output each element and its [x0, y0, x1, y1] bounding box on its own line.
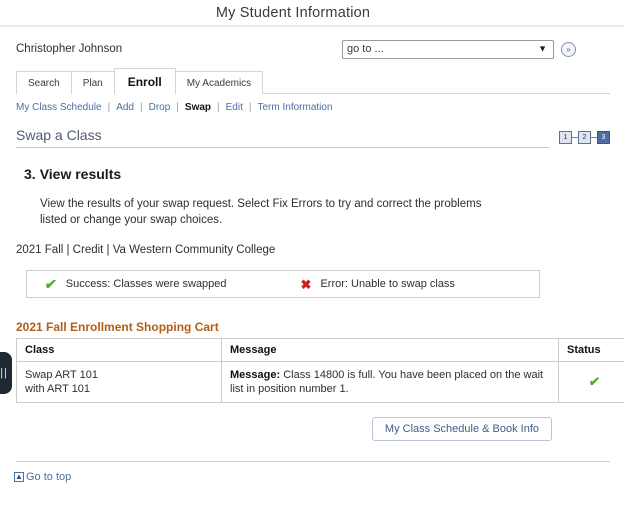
tab-enroll[interactable]: Enroll	[113, 68, 176, 94]
goto-submit-button[interactable]: »	[561, 41, 576, 57]
tab-search[interactable]: Search	[16, 71, 72, 94]
class-swap-from: Swap ART 101	[25, 369, 98, 381]
cart-title: 2021 Fall Enrollment Shopping Cart	[16, 320, 219, 334]
footer-divider	[16, 461, 610, 462]
page-app-title: My Student Information	[215, 4, 371, 21]
collapse-handle-glyph: ||	[0, 366, 8, 379]
user-name: Christopher Johnson	[16, 43, 123, 55]
page-title-block: Swap a Class	[16, 127, 559, 148]
subnav-item-add[interactable]: Add	[116, 102, 134, 113]
step-indicator: 1 2 3	[559, 131, 610, 144]
goto-select-shell: go to ... ▼	[342, 39, 554, 59]
section-heading: 3. View results	[24, 166, 624, 182]
class-swap-to: with ART 101	[25, 383, 91, 395]
subnav-item-edit[interactable]: Edit	[226, 102, 243, 113]
column-header-class: Class	[16, 338, 222, 362]
arrow-up-icon: ▲	[14, 472, 24, 482]
go-to-top-label: Go to top	[26, 471, 72, 483]
app-header: My Student Information	[0, 0, 624, 27]
goto-controls: go to ... ▼ »	[342, 39, 610, 59]
section-number: 3.	[24, 166, 36, 182]
instructions-text: View the results of your swap request. S…	[40, 198, 482, 226]
subnav-separator: |	[140, 102, 143, 113]
cell-message: Message: Class 14800 is full. You have b…	[221, 361, 559, 403]
subnav-separator: |	[107, 102, 111, 113]
check-icon: ✔	[43, 276, 58, 292]
check-icon: ✔	[587, 373, 601, 389]
sub-navigation: My Class Schedule | Add | Drop | Swap | …	[0, 94, 624, 113]
column-header-status: Status	[558, 338, 624, 362]
title-divider	[16, 147, 549, 148]
my-class-schedule-book-info-button[interactable]: My Class Schedule & Book Info	[371, 417, 552, 441]
user-row: Christopher Johnson go to ... ▼ »	[0, 27, 624, 61]
section-title: View results	[39, 166, 122, 182]
cell-class: Swap ART 101 with ART 101	[16, 361, 222, 403]
legend-success-label: Success: Classes were swapped	[65, 278, 227, 290]
term-context-line: 2021 Fall | Credit | Va Western Communit…	[16, 244, 276, 256]
main-tabs-bar: Search Plan Enroll My Academics	[0, 68, 624, 94]
page-title: Swap a Class	[16, 127, 102, 143]
subnav-item-swap[interactable]: Swap	[185, 102, 211, 113]
step-1[interactable]: 1	[559, 131, 572, 144]
go-to-top-link[interactable]: ▲ Go to top	[14, 471, 71, 483]
legend-error-label: Error: Unable to swap class	[320, 278, 455, 290]
legend-error: ✖ Error: Unable to swap class	[301, 278, 455, 291]
cell-status: ✔	[559, 362, 624, 403]
subnav-separator: |	[217, 102, 220, 113]
subnav-separator: |	[176, 102, 179, 113]
main-tabs: Search Plan Enroll My Academics	[16, 68, 624, 94]
subnav-item-drop[interactable]: Drop	[149, 102, 171, 113]
table-header-row: Class Message Status	[16, 338, 624, 362]
message-label: Message:	[230, 369, 281, 381]
cart-table-head: Class Message Status	[16, 338, 624, 362]
page-title-row: Swap a Class 1 2 3	[16, 127, 610, 148]
legend-success: ✔ Success: Classes were swapped	[43, 276, 227, 292]
table-row: Swap ART 101 with ART 101 Message: Class…	[16, 361, 624, 403]
step-3[interactable]: 3	[597, 131, 610, 144]
subnav-item-term-information[interactable]: Term Information	[257, 102, 332, 113]
column-header-message: Message	[221, 338, 559, 362]
collapse-handle-icon[interactable]: ||	[0, 352, 12, 394]
tab-my-academics[interactable]: My Academics	[174, 71, 264, 94]
cart-table-body: Swap ART 101 with ART 101 Message: Class…	[16, 361, 624, 403]
step-2[interactable]: 2	[578, 131, 591, 144]
subnav-item-my-class-schedule[interactable]: My Class Schedule	[16, 102, 102, 113]
tab-plan[interactable]: Plan	[70, 71, 115, 94]
subnav-separator: |	[248, 102, 252, 113]
goto-select[interactable]: go to ...	[342, 39, 554, 59]
action-row: My Class Schedule & Book Info	[0, 403, 624, 441]
x-icon: ✖	[300, 276, 312, 292]
status-legend: ✔ Success: Classes were swapped ✖ Error:…	[26, 270, 540, 298]
shopping-cart-table: Class Message Status Swap ART 101 with A…	[16, 338, 624, 403]
